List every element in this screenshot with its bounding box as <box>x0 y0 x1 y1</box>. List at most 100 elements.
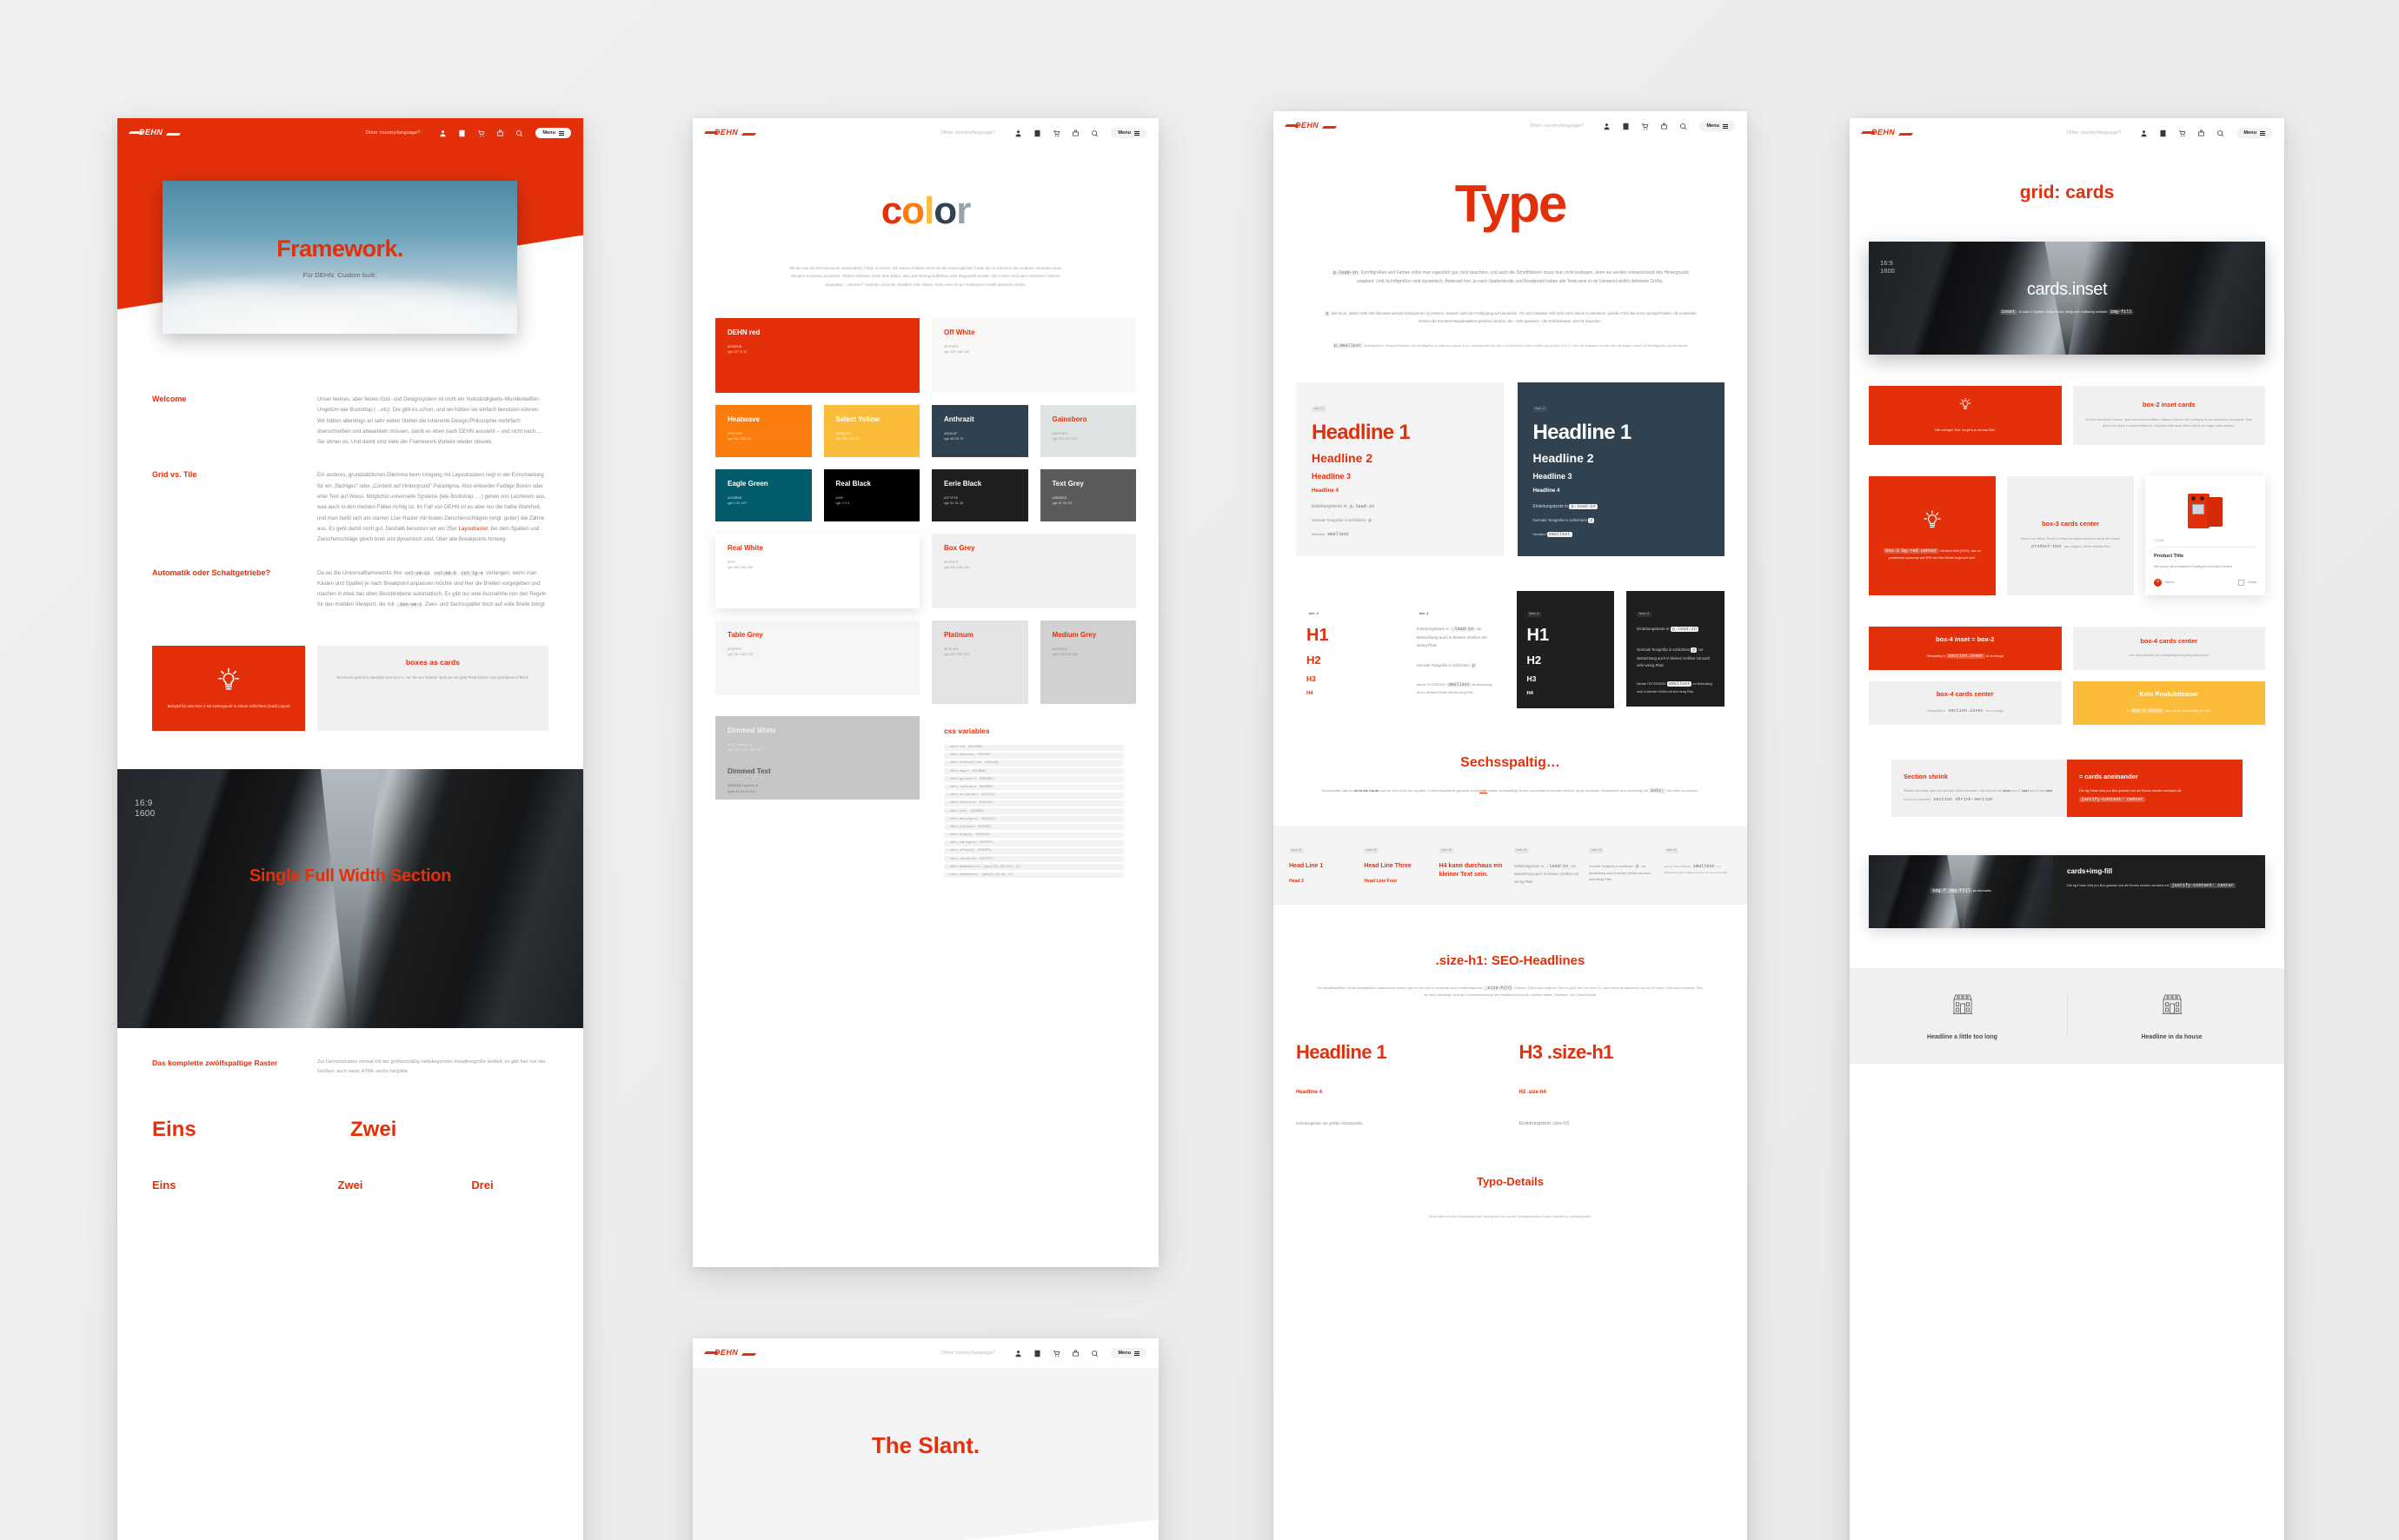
search-icon[interactable] <box>2216 129 2224 137</box>
search-icon[interactable] <box>1091 129 1099 137</box>
bag-icon[interactable] <box>1072 1349 1080 1357</box>
headline-3: Headline 3 <box>1532 472 1572 481</box>
card-box-2-inset[interactable]: box-2 inset cards Ut enim ad minim venia… <box>2072 386 2265 445</box>
color-swatch[interactable]: Platinum #E3E4E5 rgb 227 228 229 <box>932 620 1028 704</box>
swatch-name: Real Black <box>835 479 871 488</box>
action-merken[interactable]: + Merken <box>2154 578 2175 587</box>
dehn-logo[interactable]: DEHN <box>703 127 757 139</box>
hex-value: #FFF <box>728 560 736 564</box>
color-swatch[interactable]: Medium Grey #D1D1D1 rgb 209 209 209 <box>1040 620 1136 704</box>
menu-label: Menu <box>1118 130 1131 136</box>
color-swatch[interactable]: Eagle Green #015B6B rgb 1 91 107 <box>715 468 812 521</box>
menu-button[interactable]: Menu <box>1111 128 1146 138</box>
card-box-4-center-a[interactable]: box-4 cards center und wird deshalb auf … <box>2072 626 2265 670</box>
bag-icon[interactable] <box>2197 129 2205 137</box>
full-width-caption: Single Full Width Section <box>249 866 452 886</box>
code-chip: p <box>1588 518 1595 524</box>
user-icon[interactable] <box>1014 1350 1022 1357</box>
layoutraster-link[interactable]: Layoutraster <box>459 526 488 532</box>
card-red-text: Beispiel für eine Box 2 mit Hintergrund … <box>167 703 290 708</box>
menu-button[interactable]: Menu <box>1111 1348 1146 1358</box>
language-link[interactable]: Other country/language? <box>366 130 421 136</box>
bag-icon[interactable] <box>496 129 504 137</box>
search-icon[interactable] <box>515 129 523 137</box>
color-swatch[interactable]: Real Black #000 rgb 0 0 0 <box>823 468 920 521</box>
type-smallest-paragraph: p.smallest Schriftgröße in Viewport-Rela… <box>1319 342 1702 351</box>
action-details[interactable]: Details <box>2238 579 2256 586</box>
menu-button[interactable]: Menu <box>2236 128 2272 138</box>
logo-wordmark: DEHN <box>1294 121 1319 129</box>
user-icon[interactable] <box>1014 129 1022 137</box>
menu-label: Menu <box>2243 130 2256 136</box>
cart-icon[interactable] <box>1053 1350 1060 1357</box>
card-box-3-center[interactable]: box-3 cards center Wenn man Bilder Rand-… <box>2007 476 2134 595</box>
dehn-logo[interactable]: DEHN <box>1860 127 1914 139</box>
color-swatch[interactable]: Gainsboro #DEE3E3 rgb 222 227 227 <box>1040 404 1136 457</box>
search-icon[interactable] <box>1679 123 1687 130</box>
menu-button[interactable]: Menu <box>535 128 571 138</box>
cart-icon[interactable] <box>477 129 485 137</box>
normal-sample: Normale Textgröße in schlichtem p <box>1416 662 1477 668</box>
card-red-bulb[interactable]: Hier weniger Text, es geht ja um das Bil… <box>1869 386 2062 445</box>
hex-value: #5B5B5D opacity .6 <box>728 784 759 788</box>
document-icon[interactable] <box>1033 1350 1041 1357</box>
color-swatch[interactable]: Eerie Black #1F1F1E rgb 31 31 30 <box>932 468 1028 521</box>
css-variable-item: --dehn-realblack: #000000; <box>944 784 1124 791</box>
card-product-teaser[interactable]: 123456 Product Title Hier schon mit schm… <box>2145 476 2265 595</box>
bag-icon[interactable] <box>1072 129 1080 137</box>
color-swatch[interactable]: Box Grey #F0F0F0 rgb 240 240 240 <box>932 533 1136 608</box>
css-variable-item: --dehn-platinum: #E3E4E5; <box>944 824 1124 831</box>
color-swatch[interactable]: Text Grey #5B5B5D rgb 91 91 93 <box>1040 468 1136 521</box>
dehn-logo[interactable]: DEHN <box>1284 120 1338 132</box>
dehn-logo[interactable]: DEHN <box>703 1347 757 1359</box>
card-box-4-center-b[interactable]: box-4 cards center Vierspaltig in sectio… <box>1869 680 2062 725</box>
panel-color: DEHN Other country/language? Menu color … <box>693 118 1159 1267</box>
card-kein-produktteaser[interactable]: Kein Produktteaser In box-4 inset, das w… <box>2072 680 2265 725</box>
card-section-shrink[interactable]: Section shrink Ränder wie inset, aber be… <box>1891 759 2067 817</box>
card-box-4-inset[interactable]: box-4 inset = box-2 Vierspaltig in secti… <box>1869 626 2062 670</box>
rgb-value: rgb 0 0 0 <box>835 501 850 506</box>
language-link[interactable]: Other country/language? <box>941 1351 996 1356</box>
card-box-3-bg-red[interactable]: box-3 bg-red center mit inline Bild (SVG… <box>1869 476 1996 595</box>
user-icon[interactable] <box>439 129 447 137</box>
document-icon[interactable] <box>2159 129 2167 137</box>
shop-teaser[interactable]: Headline a little too long <box>1869 991 2056 1041</box>
color-swatch[interactable]: Select Yellow #FBBC39 rgb 255 188 57 <box>823 404 920 457</box>
bold-phrase: nicht als Cards <box>1353 788 1379 793</box>
cart-icon[interactable] <box>1641 123 1649 130</box>
language-link[interactable]: Other country/language? <box>941 130 996 136</box>
user-icon[interactable] <box>2140 129 2148 137</box>
shop-teaser[interactable]: Headline in da house <box>2067 991 2265 1041</box>
document-icon[interactable] <box>1033 129 1041 137</box>
code-chip: smallest <box>1666 680 1692 687</box>
panel-grid-cards: DEHN Other country/language? Menu grid: … <box>1850 118 2284 1540</box>
hex-value: #F5F5F5 <box>728 647 742 651</box>
plain-link[interactable]: plain <box>1479 788 1487 794</box>
cart-icon[interactable] <box>1053 129 1060 137</box>
search-icon[interactable] <box>1091 1350 1099 1357</box>
card-red-bulb[interactable]: Beispiel für eine Box 2 mit Hintergrund … <box>152 645 305 731</box>
card-grey-boxes[interactable]: boxes as cards Technisch gesehen dasselb… <box>317 645 548 731</box>
color-swatch[interactable]: Anthrazit #30414F rgb 48 65 79 <box>932 404 1028 457</box>
cart-icon[interactable] <box>2178 129 2186 137</box>
color-swatch[interactable]: Off White #F9F8F6 rgb 249 248 246 <box>932 317 1136 393</box>
color-swatch[interactable]: Table Grey #F5F5F5 rgb 245 245 245 <box>715 620 920 695</box>
color-swatch[interactable]: DEHN red #E3300B rgb 227 5 11 <box>715 317 920 393</box>
rgb-value: rgb 91 91 93 <box>1052 501 1073 506</box>
document-icon[interactable] <box>458 129 466 137</box>
storefront-icon <box>1952 994 1972 1014</box>
menu-button[interactable]: Menu <box>1699 121 1735 131</box>
bag-icon[interactable] <box>1660 122 1668 130</box>
section-body: Ein anderes, grundsätzliches Dilemma bei… <box>317 470 548 545</box>
full-width-photo-section: 16:9 1600 Single Full Width Section <box>117 768 583 1028</box>
card-text: Vierspaltig in section.inset ist zu knap… <box>1926 653 2004 659</box>
language-link[interactable]: Other country/language? <box>1530 123 1585 129</box>
color-swatch[interactable]: Real White #FFF rgb 255 255 255 <box>715 533 920 608</box>
color-swatch[interactable]: Heatwave #FB7D0E rgb 251 125 14 <box>715 404 812 457</box>
user-icon[interactable] <box>1603 123 1611 130</box>
swatch-dimmed[interactable]: Dimmed White #FFF opacity .6 rgba 255 25… <box>715 715 920 800</box>
document-icon[interactable] <box>1622 123 1630 130</box>
language-link[interactable]: Other country/language? <box>2067 130 2122 136</box>
card-cards-aneinander[interactable]: = cards aneinander Die bg-Farbe wird pro… <box>2067 759 2243 817</box>
dehn-logo[interactable]: DEHN <box>128 127 182 139</box>
